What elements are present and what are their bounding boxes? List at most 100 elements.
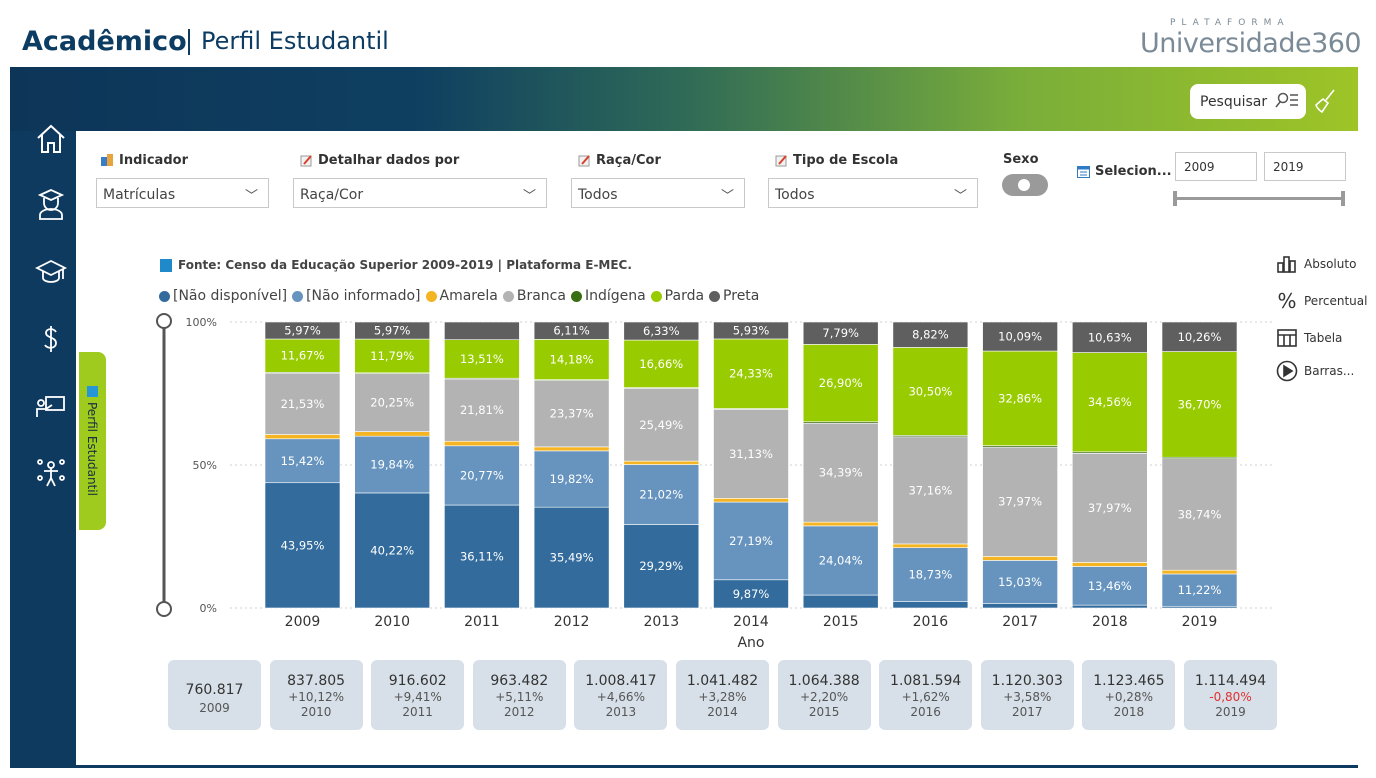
legend-item[interactable]: Preta xyxy=(709,288,759,304)
data-label: 32,86% xyxy=(998,391,1042,405)
legend-item[interactable]: Indígena xyxy=(570,288,646,304)
detalhar-dropdown[interactable]: Raça/Cor ﹀ xyxy=(293,178,547,208)
side-tab-label: Perfil Estudantil xyxy=(85,402,99,496)
card-year: 2018 xyxy=(1113,705,1145,719)
raca-dropdown[interactable]: Todos ﹀ xyxy=(571,178,745,208)
y-range-top-handle[interactable] xyxy=(156,313,172,329)
data-label: 16,66% xyxy=(639,357,683,371)
data-label: 10,09% xyxy=(998,330,1042,344)
bar-segment[interactable] xyxy=(982,603,1058,609)
card-change: +4,66% xyxy=(596,690,645,704)
indicador-dropdown[interactable]: Matrículas ﹀ xyxy=(96,178,269,208)
card-value: 1.008.417 xyxy=(585,673,657,689)
data-label: 18,73% xyxy=(908,568,952,582)
bar-segment[interactable] xyxy=(533,446,610,452)
legend-item[interactable]: [Não disponível] xyxy=(159,288,287,304)
data-label: 20,25% xyxy=(370,396,414,410)
page-title: Acadêmico xyxy=(22,26,187,57)
period-from-input[interactable]: 2009 xyxy=(1175,152,1257,181)
network-person-icon[interactable] xyxy=(34,456,68,490)
period-to-input[interactable]: 2019 xyxy=(1264,152,1346,181)
legend-label: Indígena xyxy=(584,288,646,304)
year-total-card[interactable]: 963.482 +5,11% 2012 xyxy=(472,660,566,730)
search-button[interactable]: Pesquisar xyxy=(1190,84,1306,119)
bar-segment[interactable] xyxy=(713,498,789,503)
bar-segment[interactable] xyxy=(444,440,520,447)
legend-item[interactable]: Amarela xyxy=(425,288,498,304)
year-total-card[interactable]: 1.041.482 +3,28% 2014 xyxy=(676,660,769,730)
data-label: 5,93% xyxy=(733,323,770,337)
year-total-card[interactable]: 760.817 2009 xyxy=(168,660,261,730)
data-label: 11,22% xyxy=(1178,583,1222,597)
bar-segment[interactable] xyxy=(892,543,969,548)
card-value: 1.120.303 xyxy=(991,673,1063,689)
period-slider-track[interactable] xyxy=(1175,197,1345,200)
year-total-card[interactable]: 1.064.388 +2,20% 2015 xyxy=(777,660,871,730)
logo: PLATAFORMA Universidade360 xyxy=(1140,18,1362,62)
sexo-toggle[interactable] xyxy=(1002,174,1048,196)
student-icon[interactable] xyxy=(34,187,68,221)
percentual-option[interactable]: % Percentual xyxy=(1276,289,1367,313)
bar-segment[interactable] xyxy=(444,321,520,340)
sexo-label: Sexo xyxy=(1003,152,1039,167)
legend-label: Parda xyxy=(664,288,705,304)
bar-segment[interactable] xyxy=(892,601,969,609)
bar-segment[interactable] xyxy=(623,460,700,465)
home-icon[interactable] xyxy=(34,122,68,156)
bar-segment[interactable] xyxy=(802,594,879,609)
indicador-value: Matrículas xyxy=(103,187,176,203)
year-total-card[interactable]: 837.805 +10,12% 2010 xyxy=(269,660,363,730)
data-label: 43,95% xyxy=(281,538,325,552)
clear-filters-icon[interactable] xyxy=(1314,88,1338,114)
data-label: 7,79% xyxy=(822,326,859,340)
toggle-knob xyxy=(1018,179,1030,191)
card-year: 2017 xyxy=(1012,705,1043,719)
year-total-card[interactable]: 1.123.465 +0,28% 2018 xyxy=(1082,660,1176,730)
x-tick-label: 2014 xyxy=(733,614,769,630)
bar-segment[interactable] xyxy=(1161,569,1238,575)
legend-item[interactable]: Branca xyxy=(502,288,566,304)
card-change: +2,20% xyxy=(800,690,849,704)
classroom-icon[interactable] xyxy=(34,389,68,423)
period-slider-start-handle[interactable] xyxy=(1173,191,1177,206)
bar-segment[interactable] xyxy=(802,521,879,527)
data-label: 10,63% xyxy=(1088,330,1132,344)
period-slider-end-handle[interactable] xyxy=(1341,191,1345,206)
bar-segment[interactable] xyxy=(982,556,1058,561)
barras-option[interactable]: Barras... xyxy=(1276,360,1354,382)
year-total-card[interactable]: 1.114.494 -0,80% 2019 xyxy=(1184,660,1277,730)
year-total-card[interactable]: 916.602 +9,41% 2011 xyxy=(371,660,465,730)
finance-icon[interactable] xyxy=(34,322,68,356)
year-total-card[interactable]: 1.081.594 +1,62% 2016 xyxy=(879,660,973,730)
perfil-estudantil-tab[interactable]: Perfil Estudantil xyxy=(79,352,106,530)
graduation-cap-icon[interactable] xyxy=(34,255,68,289)
bar-segment[interactable] xyxy=(264,434,341,440)
escola-label: Tipo de Escola xyxy=(775,153,898,168)
legend-item[interactable]: [Não informado] xyxy=(292,288,421,304)
card-year: 2019 xyxy=(1215,705,1246,719)
bar-segment[interactable] xyxy=(1071,604,1148,609)
x-tick-label: 2019 xyxy=(1182,614,1218,630)
bar-segment[interactable] xyxy=(1071,562,1148,567)
tabela-option[interactable]: Tabela xyxy=(1276,327,1342,349)
card-value: 1.064.388 xyxy=(788,673,860,689)
card-value: 1.114.494 xyxy=(1194,673,1267,689)
bar-segment[interactable] xyxy=(354,431,430,437)
x-tick-label: 2017 xyxy=(1002,614,1038,630)
y-tick-label: 100% xyxy=(186,316,217,329)
absoluto-option[interactable]: Absoluto xyxy=(1276,253,1356,275)
periodo-label-text: Selecion... xyxy=(1095,164,1172,179)
legend-item[interactable]: Parda xyxy=(650,288,705,304)
data-label: 11,79% xyxy=(370,349,414,363)
source-note: Fonte: Censo da Educação Superior 2009-2… xyxy=(160,258,632,272)
year-total-card[interactable]: 1.008.417 +4,66% 2013 xyxy=(574,660,668,730)
chevron-down-icon: ﹀ xyxy=(953,189,967,204)
data-label: 21,53% xyxy=(281,397,325,411)
escola-dropdown[interactable]: Todos ﹀ xyxy=(768,178,978,208)
y-tick-label: 0% xyxy=(200,602,217,615)
data-label: 38,74% xyxy=(1178,507,1222,521)
stacked-bar-chart: 0% 50% 100% 43,95% 15,42% 21,53% 11,67% 5,97% 20… xyxy=(156,313,1275,651)
card-value: 1.123.465 xyxy=(1093,673,1165,689)
y-range-bottom-handle[interactable] xyxy=(156,601,172,617)
year-total-card[interactable]: 1.120.303 +3,58% 2017 xyxy=(980,660,1074,730)
